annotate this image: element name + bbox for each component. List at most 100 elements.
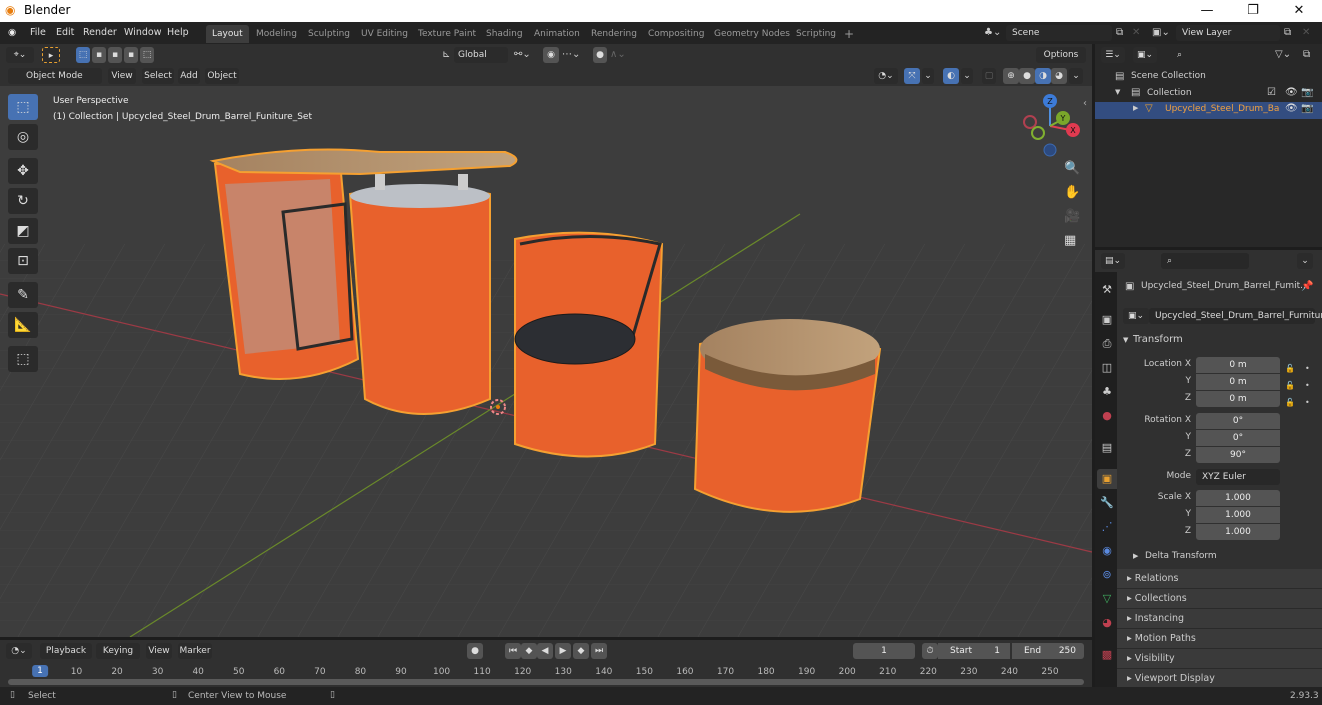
collection-tab-icon[interactable]: ▤	[1097, 438, 1117, 458]
physics-tab-icon[interactable]: ◉	[1097, 541, 1117, 561]
timeline-scrollbar[interactable]	[8, 679, 1084, 685]
texture-tab-icon[interactable]: ▩	[1097, 645, 1117, 665]
tab-modeling[interactable]: Modeling	[250, 25, 303, 43]
tool-measure[interactable]: 📐	[8, 312, 38, 338]
tab-rendering[interactable]: Rendering	[585, 25, 643, 43]
collection-checkbox[interactable]: ☑	[1267, 87, 1276, 98]
minimize-button[interactable]: —	[1184, 0, 1230, 22]
table-top[interactable]	[209, 148, 518, 176]
menu-render[interactable]: Render	[83, 26, 117, 40]
ortho-toggle-icon[interactable]: ▦	[1064, 233, 1076, 248]
pan-view-icon[interactable]: ✋	[1064, 185, 1080, 200]
tool-cursor[interactable]: ◎	[8, 124, 38, 150]
tool-annotate[interactable]: ✎	[8, 282, 38, 308]
location-x-field[interactable]: 0 m	[1196, 357, 1280, 373]
transform-panel-header[interactable]: ▼ Transform	[1117, 332, 1322, 350]
instancing-panel[interactable]: ▸ Instancing	[1117, 609, 1322, 629]
rotation-mode-dropdown[interactable]: XYZ Euler	[1196, 469, 1280, 485]
outliner-editor-type[interactable]: ☰⌄	[1101, 47, 1125, 63]
tab-layout[interactable]: Layout	[206, 25, 249, 43]
tool-rotate[interactable]: ↻	[8, 188, 38, 214]
camera-view-icon[interactable]: 🎥	[1064, 209, 1080, 224]
scene-collection-label[interactable]: Scene Collection	[1131, 71, 1206, 81]
location-z-field[interactable]: 0 m	[1196, 391, 1280, 407]
scale-x-field[interactable]: 1.000	[1196, 490, 1280, 506]
display-mode-dropdown[interactable]: ▣⌄	[1133, 47, 1157, 63]
scene-icon[interactable]: ♣⌄	[984, 27, 1001, 38]
render-tab-icon[interactable]: ▣	[1097, 310, 1117, 330]
lock-icons[interactable]: 🔓 🔓 🔓	[1285, 360, 1295, 411]
relations-panel[interactable]: ▸ Relations	[1117, 569, 1322, 589]
collection-label[interactable]: Collection	[1147, 88, 1192, 98]
delta-transform-header[interactable]: ▶ Delta Transform	[1117, 548, 1322, 566]
modifier-tab-icon[interactable]: 🔧	[1097, 493, 1117, 513]
snap-target-icon[interactable]: ⋯⌄	[562, 49, 580, 60]
gizmo-toggle-icon[interactable]: ⤧	[904, 68, 920, 84]
mode-dropdown[interactable]: Object Mode	[8, 68, 102, 84]
tab-compositing[interactable]: Compositing	[642, 25, 710, 43]
xray-toggle-icon[interactable]: ▢	[982, 68, 996, 84]
tab-uv-editing[interactable]: UV Editing	[355, 25, 414, 43]
output-tab-icon[interactable]: ⎙	[1097, 334, 1117, 354]
material-tab-icon[interactable]: ◕	[1097, 613, 1117, 633]
filter-icon[interactable]: ▽⌄	[1275, 49, 1291, 60]
view-layer-icon[interactable]: ▣⌄	[1152, 27, 1170, 38]
tool-transform[interactable]: ⊡	[8, 248, 38, 274]
rendered-shading-icon[interactable]: ◕	[1051, 68, 1067, 84]
visibility-panel[interactable]: ▸ Visibility	[1117, 649, 1322, 669]
menu-edit[interactable]: Edit	[56, 26, 74, 40]
delete-view-layer-icon[interactable]: ✕	[1302, 27, 1310, 38]
datablock-browse[interactable]: ▣⌄	[1123, 308, 1149, 324]
select-menu[interactable]: Select	[142, 68, 174, 84]
select-extend-icon[interactable]: ▪	[92, 47, 106, 63]
outliner-search-input[interactable]: ⌕	[1171, 47, 1259, 63]
scene-name-field[interactable]: Scene	[1006, 25, 1112, 41]
collection-render-icon[interactable]: 📷	[1301, 87, 1313, 98]
solid-shading-icon[interactable]: ●	[1019, 68, 1035, 84]
menu-help[interactable]: Help	[167, 26, 189, 40]
select-tool-icon[interactable]: ▸	[42, 47, 60, 63]
constraints-tab-icon[interactable]: ⊚	[1097, 565, 1117, 585]
object-tab-icon[interactable]: ▣	[1097, 469, 1117, 489]
delete-scene-icon[interactable]: ✕	[1132, 27, 1140, 38]
properties-options-dropdown[interactable]: ⌄	[1297, 253, 1313, 269]
object-visibility-icon[interactable]: 👁	[1285, 103, 1298, 114]
world-tab-icon[interactable]: ●	[1097, 406, 1117, 426]
maximize-button[interactable]: ❐	[1230, 0, 1276, 22]
orientation-dropdown[interactable]: Global	[454, 47, 508, 63]
tool-move[interactable]: ✥	[8, 158, 38, 184]
new-view-layer-icon[interactable]: ⧉	[1284, 27, 1291, 38]
pivot-icon[interactable]: ⚯⌄	[514, 49, 531, 60]
visibility-dropdown[interactable]: ◔⌄	[874, 68, 898, 84]
barrel-table-left[interactable]	[213, 160, 360, 380]
datablock-name-field[interactable]: Upcycled_Steel_Drum_Barrel_Furniture_...	[1149, 308, 1322, 324]
tool-select-box[interactable]: ⬚	[8, 94, 38, 120]
tool-scale[interactable]: ◩	[8, 218, 38, 244]
overlay-dropdown[interactable]: ⌄	[961, 68, 973, 84]
collection-visibility-icon[interactable]: 👁	[1285, 87, 1298, 98]
tab-texture-paint[interactable]: Texture Paint	[412, 25, 482, 43]
navigation-gizmo[interactable]: Z Y X	[1023, 94, 1080, 157]
tab-geometry-nodes[interactable]: Geometry Nodes	[708, 25, 796, 43]
add-workspace-button[interactable]: +	[838, 25, 860, 43]
particles-tab-icon[interactable]: ⋰	[1097, 517, 1117, 537]
menu-window[interactable]: Window	[124, 26, 161, 40]
scale-y-field[interactable]: 1.000	[1196, 507, 1280, 523]
options-dropdown[interactable]: Options	[1036, 47, 1086, 63]
3d-viewport[interactable]: Z Y X ⌖⌄ ▸ ⬚ ▪ ▪ ▪ ⬚ ⊾ Global ⚯⌄ ◉ ⋯⌄ ● …	[0, 44, 1092, 637]
gizmo-dropdown[interactable]: ⌄	[922, 68, 934, 84]
rotation-x-field[interactable]: 0°	[1196, 413, 1280, 429]
tool-tab-icon[interactable]: ⚒	[1097, 280, 1117, 300]
wireframe-shading-icon[interactable]: ⊕	[1003, 68, 1019, 84]
motion-paths-panel[interactable]: ▸ Motion Paths	[1117, 629, 1322, 649]
collections-panel[interactable]: ▸ Collections	[1117, 589, 1322, 609]
barrel-stool[interactable]	[693, 319, 882, 513]
tab-animation[interactable]: Animation	[528, 25, 586, 43]
view-layer-tab-icon[interactable]: ◫	[1097, 358, 1117, 378]
current-frame-indicator[interactable]: 1	[32, 665, 48, 677]
object-render-icon[interactable]: 📷	[1301, 103, 1313, 114]
object-menu[interactable]: Object	[205, 68, 239, 84]
pin-icon[interactable]: 📌	[1301, 281, 1313, 292]
viewport-display-panel[interactable]: ▸ Viewport Display	[1117, 669, 1322, 689]
properties-editor-type[interactable]: ▤⌄	[1101, 253, 1125, 269]
